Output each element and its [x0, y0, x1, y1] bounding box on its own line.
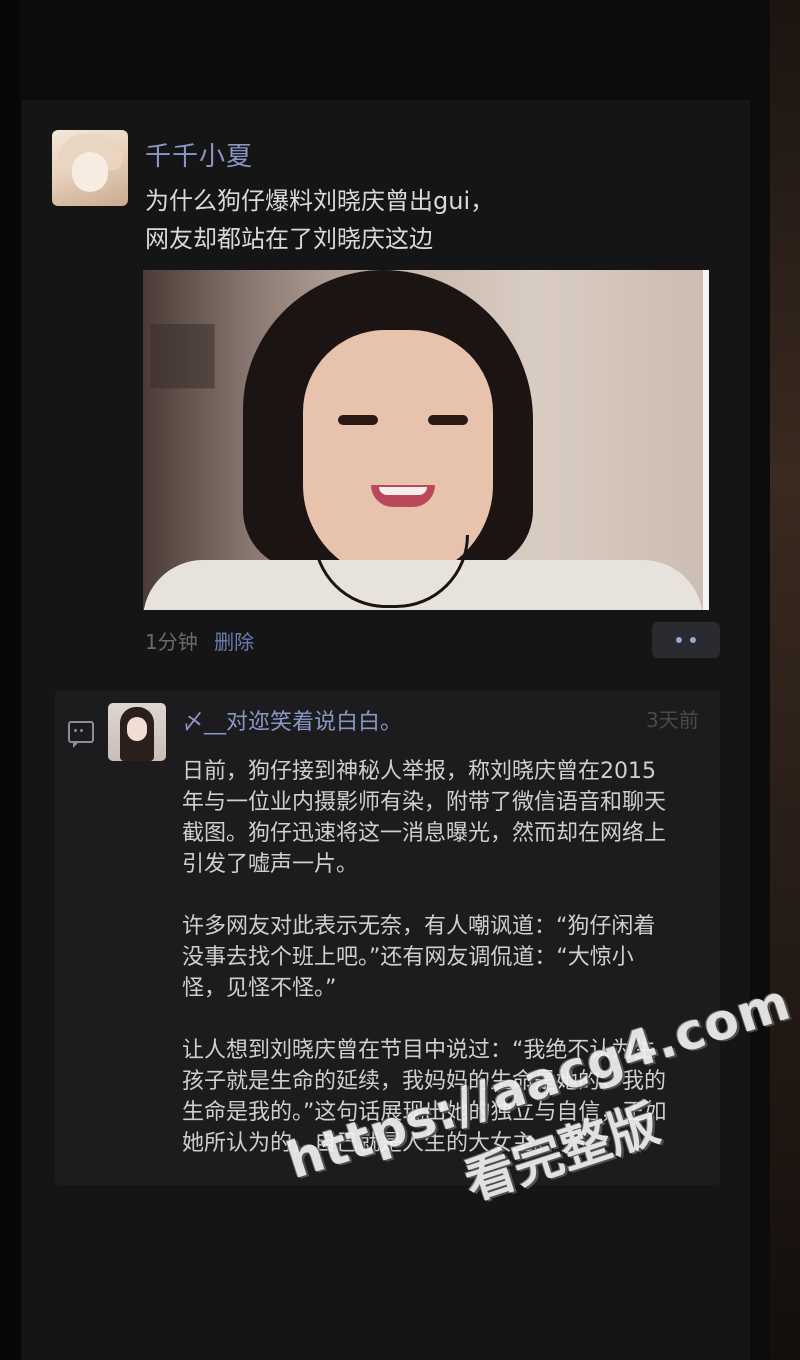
- right-edge: [770, 0, 800, 1360]
- post-text: 为什么狗仔爆料刘晓庆曾出gui， 网友却都站在了刘晓庆这边: [145, 182, 565, 258]
- photo-teeth: [379, 487, 427, 495]
- comment-icon: [68, 721, 94, 748]
- photo-bg-glyph: ■: [143, 300, 223, 398]
- delete-link[interactable]: 删除: [214, 630, 254, 654]
- commenter-avatar[interactable]: [108, 703, 166, 761]
- post-time: 1分钟: [145, 630, 198, 654]
- avatar-face: [127, 717, 147, 741]
- avatar-face: [72, 152, 108, 192]
- ellipsis-icon: [690, 637, 696, 643]
- ellipsis-icon: [676, 637, 682, 643]
- photo-eye-right: [428, 415, 468, 425]
- more-button[interactable]: [652, 622, 720, 658]
- comment-time: 3天前: [646, 708, 699, 732]
- comment-paragraph: 许多网友对此表示无奈，有人嘲讽道：“狗仔闲着没事去找个班上吧。”还有网友调侃道：…: [182, 914, 656, 1001]
- commenter-name[interactable]: 〆__对迩笑着说白白。: [182, 704, 402, 736]
- left-edge: [0, 0, 20, 1360]
- post-meta: 1分钟 删除: [145, 626, 254, 655]
- poster-name[interactable]: 千千小夏: [145, 136, 253, 173]
- post-text-line1: 为什么狗仔爆料刘晓庆曾出gui，: [145, 187, 495, 215]
- comment-paragraph: 日前，狗仔接到神秘人举报，称刘晓庆曾在2015年与一位业内摄影师有染，附带了微信…: [182, 759, 667, 877]
- poster-avatar[interactable]: [52, 130, 128, 206]
- post-text-line2: 网友却都站在了刘晓庆这边: [145, 225, 433, 253]
- post-photo[interactable]: ■: [143, 270, 709, 610]
- photo-eye-left: [338, 415, 378, 425]
